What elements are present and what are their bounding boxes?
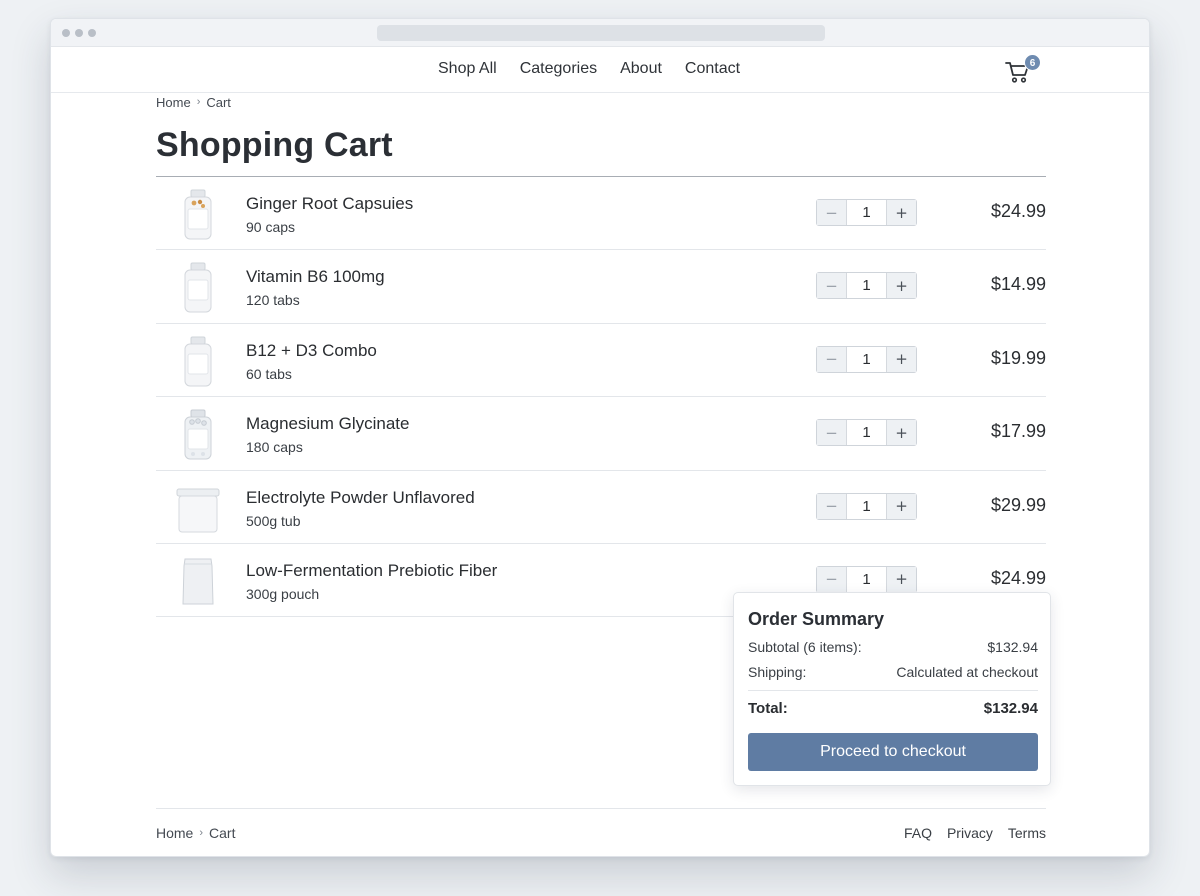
- cart-button[interactable]: 6: [1004, 54, 1044, 86]
- breadcrumb: Home › Cart: [156, 94, 1046, 110]
- chevron-right-icon: ›: [196, 96, 201, 108]
- cart-item-row: B12 + D3 Combo60 tabs−+$19.99: [156, 324, 1046, 398]
- window-controls: [62, 29, 96, 37]
- quantity-input[interactable]: [847, 200, 886, 225]
- nav-link-categories[interactable]: Categories: [520, 60, 597, 78]
- cart-item-row: Magnesium Glycinate180 caps−+$17.99: [156, 397, 1046, 471]
- line-price: $29.99: [990, 494, 1046, 515]
- footer: Home › Cart FAQ Privacy Terms: [156, 808, 1046, 856]
- decrease-quantity-button[interactable]: −: [817, 566, 847, 592]
- footer-link-privacy[interactable]: Privacy: [947, 825, 993, 841]
- total-row: Total: $132.94: [748, 700, 1038, 717]
- cart-item-row: Electrolyte Powder Unflavored500g tub−+$…: [156, 471, 1046, 544]
- window-control-dot[interactable]: [88, 29, 96, 37]
- top-navigation: Shop All Categories About Contact 6: [51, 47, 1149, 93]
- footer-link-faq[interactable]: FAQ: [904, 825, 932, 841]
- product-size: 180 caps: [246, 439, 303, 456]
- nav-links: Shop All Categories About Contact: [438, 60, 763, 78]
- address-bar[interactable]: [377, 25, 825, 41]
- quantity-stepper: −+: [816, 272, 917, 300]
- window-control-dot[interactable]: [75, 29, 83, 37]
- nav-link-shop-all[interactable]: Shop All: [438, 60, 497, 78]
- product-size: 60 tabs: [246, 365, 292, 382]
- decrease-quantity-button[interactable]: −: [817, 200, 847, 225]
- increase-quantity-button[interactable]: +: [886, 420, 916, 446]
- order-summary-title: Order Summary: [748, 609, 885, 629]
- subtotal-row: Subtotal (6 items): $132.94: [748, 639, 1038, 655]
- line-price: $19.99: [990, 347, 1046, 368]
- product-size: 300g pouch: [246, 585, 320, 602]
- cart-count-badge: 6: [1024, 54, 1041, 71]
- decrease-quantity-button[interactable]: −: [817, 346, 847, 372]
- subtotal-value: $132.94: [987, 639, 1038, 655]
- footer-breadcrumb-home-link[interactable]: Home: [156, 825, 193, 841]
- quantity-input[interactable]: [847, 420, 886, 446]
- product-image[interactable]: [176, 483, 220, 535]
- shipping-value: Calculated at checkout: [896, 664, 1038, 680]
- increase-quantity-button[interactable]: +: [886, 346, 916, 372]
- line-price: $24.99: [990, 567, 1046, 588]
- browser-window: Shop All Categories About Contact 6 Home…: [50, 18, 1150, 857]
- product-name[interactable]: Ginger Root Capsuies: [246, 194, 413, 214]
- summary-divider: [748, 690, 1038, 691]
- line-price: $14.99: [990, 274, 1046, 295]
- shipping-row: Shipping: Calculated at checkout: [748, 664, 1038, 680]
- decrease-quantity-button[interactable]: −: [817, 493, 847, 519]
- footer-breadcrumb: Home › Cart: [156, 825, 235, 841]
- cart-item-row: Vitamin B6 100mg120 tabs−+$14.99: [156, 250, 1046, 324]
- cart-item-row: Ginger Root Capsuies90 caps−+$24.99: [156, 177, 1046, 251]
- cart-item-list: Ginger Root Capsuies90 caps−+$24.99Vitam…: [156, 177, 1046, 618]
- decrease-quantity-button[interactable]: −: [817, 273, 847, 299]
- quantity-input[interactable]: [847, 493, 886, 519]
- product-image[interactable]: [176, 262, 220, 314]
- decrease-quantity-button[interactable]: −: [817, 420, 847, 446]
- increase-quantity-button[interactable]: +: [886, 566, 916, 592]
- quantity-input[interactable]: [847, 273, 886, 299]
- main-content: Home › Cart Shopping Cart Ginger Root Ca…: [156, 94, 1046, 618]
- subtotal-label: Subtotal (6 items):: [748, 639, 862, 655]
- product-image[interactable]: [176, 336, 220, 388]
- window-control-dot[interactable]: [62, 29, 70, 37]
- increase-quantity-button[interactable]: +: [886, 200, 916, 225]
- quantity-stepper: −+: [816, 199, 917, 226]
- quantity-stepper: −+: [816, 419, 917, 447]
- product-image[interactable]: [176, 556, 220, 608]
- chevron-right-icon: ›: [199, 827, 204, 839]
- product-name[interactable]: Electrolyte Powder Unflavored: [246, 488, 475, 508]
- page-title: Shopping Cart: [156, 126, 393, 164]
- order-summary-panel: Order Summary Subtotal (6 items): $132.9…: [733, 592, 1051, 786]
- product-name[interactable]: Vitamin B6 100mg: [246, 267, 385, 287]
- footer-links: FAQ Privacy Terms: [904, 825, 1046, 841]
- line-price: $24.99: [990, 201, 1046, 221]
- product-name[interactable]: Low-Fermentation Prebiotic Fiber: [246, 561, 497, 581]
- product-size: 120 tabs: [246, 292, 300, 309]
- quantity-input[interactable]: [847, 346, 886, 372]
- nav-link-contact[interactable]: Contact: [685, 60, 740, 78]
- increase-quantity-button[interactable]: +: [886, 493, 916, 519]
- nav-link-about[interactable]: About: [620, 60, 662, 78]
- footer-link-terms[interactable]: Terms: [1008, 825, 1046, 841]
- product-size: 90 caps: [246, 219, 296, 235]
- product-name[interactable]: B12 + D3 Combo: [246, 341, 377, 361]
- total-label: Total:: [748, 700, 788, 717]
- quantity-stepper: −+: [816, 492, 917, 520]
- quantity-input[interactable]: [847, 566, 886, 592]
- quantity-stepper: −+: [816, 345, 917, 373]
- shipping-label: Shipping:: [748, 664, 807, 680]
- footer-breadcrumb-current: Cart: [209, 825, 236, 841]
- breadcrumb-home-link[interactable]: Home: [156, 95, 191, 110]
- total-value: $132.94: [983, 700, 1038, 717]
- product-name[interactable]: Magnesium Glycinate: [246, 414, 409, 434]
- product-image[interactable]: [176, 409, 220, 461]
- product-size: 500g tub: [246, 512, 301, 529]
- line-price: $17.99: [990, 421, 1046, 442]
- product-image[interactable]: [176, 189, 220, 241]
- breadcrumb-current: Cart: [206, 94, 231, 110]
- proceed-to-checkout-button[interactable]: Proceed to checkout: [748, 733, 1038, 771]
- increase-quantity-button[interactable]: +: [886, 273, 916, 299]
- quantity-stepper: −+: [816, 565, 917, 593]
- browser-chrome: [51, 19, 1149, 47]
